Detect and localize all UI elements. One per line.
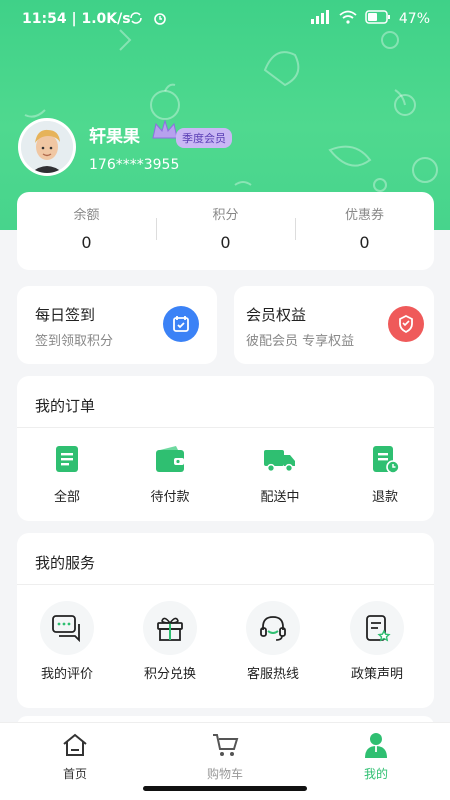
stat-value: 0	[81, 233, 92, 252]
stat-value: 0	[359, 233, 370, 252]
avatar[interactable]	[18, 118, 76, 176]
gift-icon	[143, 601, 197, 655]
balance-stat[interactable]: 余额 0	[17, 204, 156, 252]
service-customer-hotline[interactable]: 客服热线	[223, 601, 323, 682]
wifi-icon	[339, 10, 357, 28]
user-icon	[326, 731, 426, 759]
member-benefits-card[interactable]: 会员权益 彼配会员 专享权益	[234, 286, 434, 364]
stat-label: 积分	[212, 208, 239, 223]
home-indicator[interactable]	[143, 786, 307, 791]
divider	[17, 427, 434, 428]
document-star-icon	[350, 601, 404, 655]
membership-badge: 季度会员	[176, 128, 232, 148]
service-label: 客服热线	[246, 667, 299, 682]
service-label: 积分兑换	[143, 667, 196, 682]
service-policy-statement[interactable]: 政策声明	[327, 601, 427, 682]
service-my-reviews[interactable]: 我的评价	[17, 601, 117, 682]
service-label: 我的评价	[40, 667, 93, 682]
tab-mine[interactable]: 我的	[326, 731, 426, 782]
order-label: 全部	[53, 490, 80, 505]
tab-label: 我的	[363, 767, 388, 781]
order-delivering[interactable]: 配送中	[230, 444, 330, 505]
services-title: 我的服务	[35, 554, 96, 572]
account-stats-card: 余额 0 积分 0 优惠券 0	[17, 192, 434, 270]
points-stat[interactable]: 积分 0	[156, 204, 295, 252]
order-label: 配送中	[260, 490, 300, 505]
calendar-check-icon	[163, 306, 199, 342]
clipboard-list-icon	[17, 444, 117, 478]
orders-title: 我的订单	[35, 397, 96, 415]
avatar-face-icon	[21, 121, 73, 173]
tab-cart[interactable]: 购物车	[175, 731, 275, 782]
checkin-subtitle: 签到领取积分	[35, 334, 114, 349]
order-label: 退款	[371, 490, 398, 505]
headset-icon	[246, 601, 300, 655]
user-name: 轩果果	[89, 127, 140, 147]
coupons-stat[interactable]: 优惠券 0	[295, 204, 434, 252]
tab-label: 首页	[62, 767, 87, 781]
hd-signal-icon	[309, 10, 331, 28]
wallet-icon	[120, 444, 220, 478]
member-subtitle: 彼配会员 专享权益	[246, 334, 355, 349]
refund-clipboard-icon	[335, 444, 435, 478]
battery-icon	[365, 10, 391, 28]
member-title: 会员权益	[246, 306, 307, 324]
service-label: 政策声明	[350, 667, 403, 682]
stat-label: 优惠券	[344, 208, 384, 223]
checkin-title: 每日签到	[35, 306, 96, 324]
alarm-icon	[152, 10, 168, 30]
truck-icon	[230, 444, 330, 478]
order-all[interactable]: 全部	[17, 444, 117, 505]
my-orders-card: 我的订单 全部 待付款 配送中 退款	[17, 376, 434, 521]
stat-value: 0	[220, 233, 231, 252]
order-label: 待付款	[150, 490, 190, 505]
daily-checkin-card[interactable]: 每日签到 签到领取积分	[17, 286, 217, 364]
status-bar: 11:54 | 1.0K/s 47%	[0, 0, 450, 40]
sync-icon	[128, 10, 144, 30]
home-icon	[25, 731, 125, 759]
tab-home[interactable]: 首页	[25, 731, 125, 782]
chat-bubbles-icon	[40, 601, 94, 655]
tab-label: 购物车	[206, 767, 243, 781]
status-time: 11:54 | 1.0K/s	[22, 11, 131, 27]
cart-icon	[175, 731, 275, 759]
service-points-exchange[interactable]: 积分兑换	[120, 601, 220, 682]
member-medal-icon	[388, 306, 424, 342]
user-phone: 176****3955	[89, 157, 180, 173]
my-services-card: 我的服务 我的评价 积分兑换 客服热线 政策声明	[17, 533, 434, 708]
order-refund[interactable]: 退款	[335, 444, 435, 505]
battery-percent: 47%	[398, 11, 430, 27]
divider	[17, 584, 434, 585]
stat-label: 余额	[73, 208, 100, 223]
order-pending-payment[interactable]: 待付款	[120, 444, 220, 505]
